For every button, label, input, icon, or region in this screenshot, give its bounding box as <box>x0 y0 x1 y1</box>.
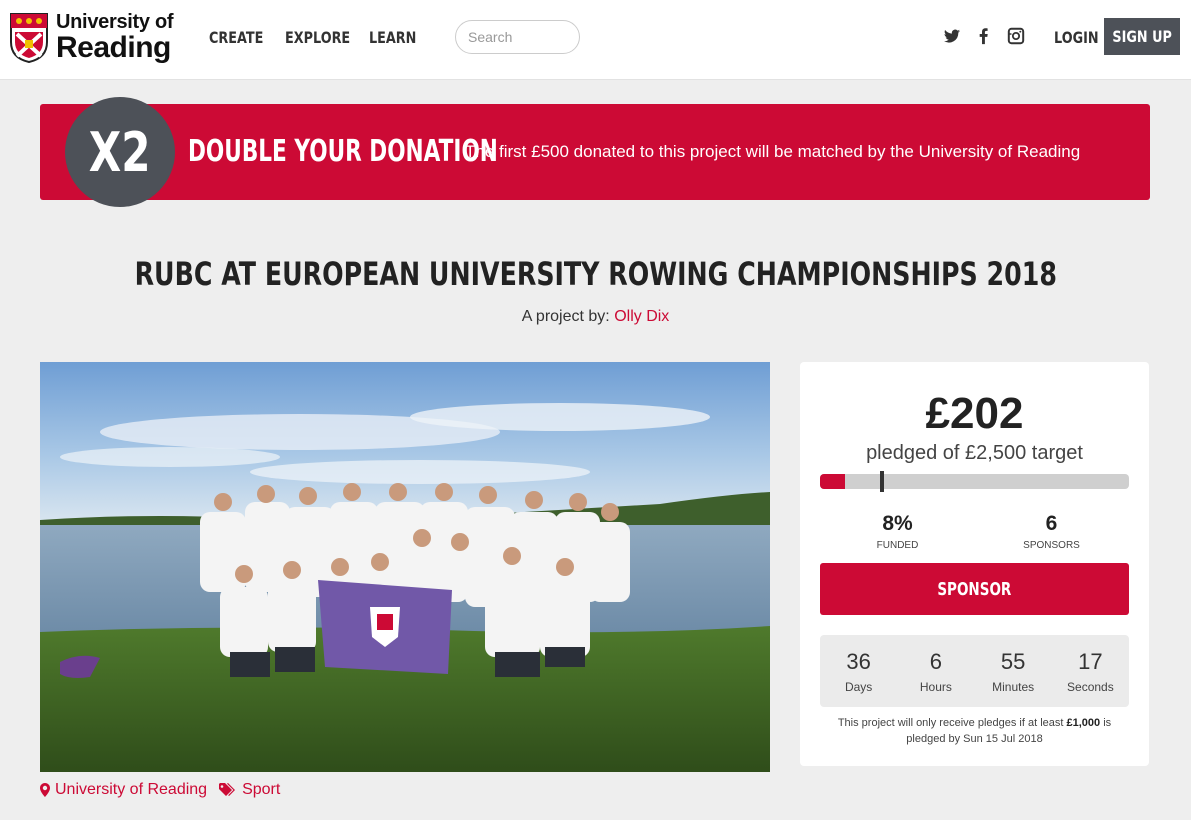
banner-text: The first £500 donated to this project w… <box>465 142 1081 161</box>
countdown-timer: 36 Days 6 Hours 55 Minutes 17 Seconds <box>820 635 1129 707</box>
funded-stat: 8% FUNDED <box>820 512 975 551</box>
sponsor-button[interactable]: SPONSOR <box>820 563 1129 615</box>
facebook-icon[interactable] <box>975 26 993 46</box>
funded-value: 8% <box>882 512 913 535</box>
university-logo[interactable]: University of Reading <box>9 11 174 64</box>
countdown-hours: 6 Hours <box>897 635 974 707</box>
countdown-seconds-value: 17 <box>1078 649 1103 674</box>
project-byline: A project by: Olly Dix <box>0 308 1191 326</box>
countdown-days: 36 Days <box>820 635 897 707</box>
funded-label: FUNDED <box>876 540 919 551</box>
countdown-hours-unit: Hours <box>919 680 952 694</box>
crest-icon <box>10 13 48 64</box>
sponsor-button-label: SPONSOR <box>937 578 1012 600</box>
search-input[interactable] <box>455 20 580 54</box>
signup-button[interactable]: SIGN UP <box>1104 18 1180 55</box>
project-photo <box>40 362 770 772</box>
main-nav: CREATE EXPLORE LEARN <box>209 28 445 47</box>
countdown-days-value: 36 <box>846 649 871 674</box>
nav-explore[interactable]: EXPLORE <box>285 28 350 47</box>
pledge-condition-note: This project will only receive pledges i… <box>820 715 1129 747</box>
funding-panel: £202 pledged of £2,500 target 8% FUNDED … <box>800 362 1149 766</box>
category-tag[interactable]: Sport <box>219 781 280 799</box>
project-tags: University of Reading Sport <box>40 781 280 799</box>
countdown-minutes: 55 Minutes <box>975 635 1052 707</box>
countdown-minutes-unit: Minutes <box>992 680 1035 694</box>
social-links <box>943 26 1025 46</box>
countdown-seconds: 17 Seconds <box>1052 635 1129 707</box>
countdown-hours-value: 6 <box>929 649 942 674</box>
location-tag-label: University of Reading <box>55 781 208 798</box>
tag-icon <box>219 783 236 796</box>
sponsors-value: 6 <box>1045 512 1058 535</box>
note-minimum-amount: £1,000 <box>1066 717 1101 729</box>
match-target-marker <box>880 471 884 492</box>
sponsors-stat: 6 SPONSORS <box>974 512 1129 551</box>
signup-label: SIGN UP <box>1112 27 1172 46</box>
x2-badge: X2 <box>65 97 175 207</box>
pledged-target: pledged of £2,500 target <box>866 442 1083 464</box>
location-tag[interactable]: University of Reading <box>40 781 207 799</box>
author-link[interactable]: Olly Dix <box>614 308 669 325</box>
logo-line-1: University of <box>56 11 174 33</box>
logo-line-2: Reading <box>56 31 171 64</box>
countdown-days-unit: Days <box>844 680 873 694</box>
map-marker-icon <box>40 783 50 797</box>
pledged-amount: £202 <box>925 389 1024 438</box>
category-tag-label: Sport <box>242 781 281 798</box>
twitter-icon[interactable] <box>943 26 961 46</box>
instagram-icon[interactable] <box>1007 26 1025 46</box>
banner-title: DOUBLE YOUR DONATION <box>188 134 498 169</box>
x2-badge-text: X2 <box>89 120 151 184</box>
top-navigation-bar: University of Reading CREATE EXPLORE LEA… <box>0 0 1191 80</box>
countdown-minutes-value: 55 <box>1000 649 1026 674</box>
progress-bar-fill <box>820 474 845 489</box>
page-title: RUBC AT EUROPEAN UNIVERSITY ROWING CHAMP… <box>0 255 1191 293</box>
progress-bar <box>820 474 1129 489</box>
countdown-seconds-unit: Seconds <box>1067 680 1114 694</box>
nav-learn[interactable]: LEARN <box>369 28 416 47</box>
login-link[interactable]: LOGIN <box>1054 28 1099 47</box>
page-title-text: RUBC AT EUROPEAN UNIVERSITY ROWING CHAMP… <box>134 255 1057 293</box>
nav-create[interactable]: CREATE <box>209 28 263 47</box>
note-text-before: This project will only receive pledges i… <box>837 717 1064 729</box>
byline-prefix: A project by: <box>521 308 610 325</box>
sponsors-label: SPONSORS <box>1023 540 1080 551</box>
